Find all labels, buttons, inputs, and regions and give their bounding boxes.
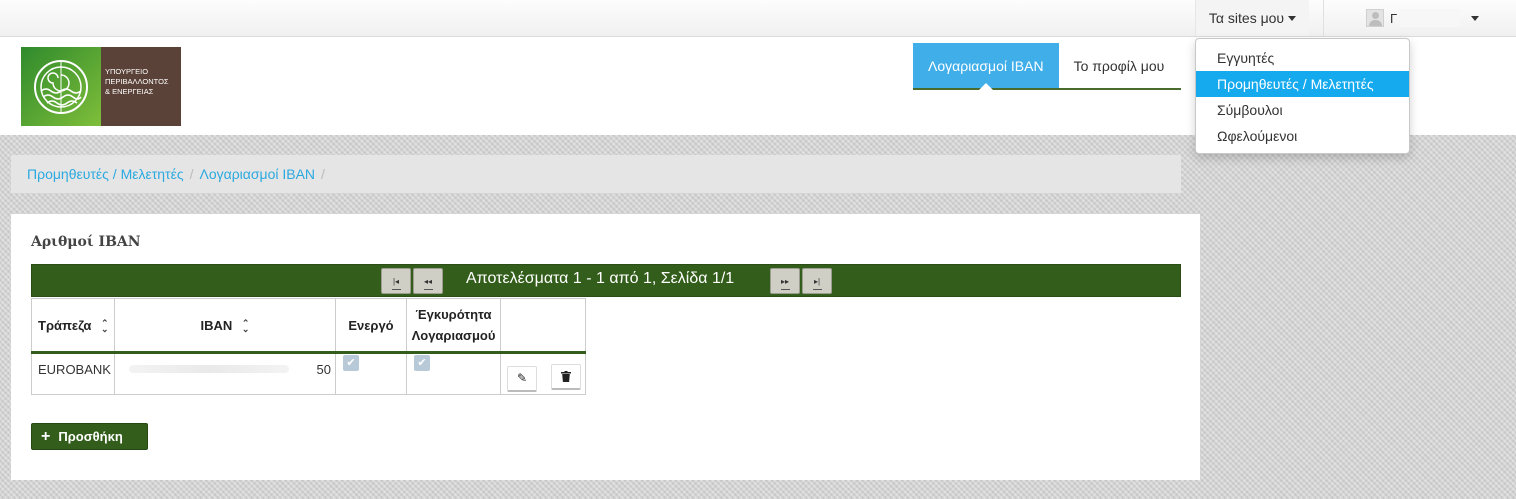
topbar-divider [1323,0,1324,36]
sort-icon: ⌃ ⌄ [100,318,109,335]
cell-actions: ✎ [500,352,586,395]
active-checkbox[interactable]: ✔ [343,354,359,371]
validity-checkbox[interactable]: ✔ [414,354,430,371]
first-page-button[interactable]: |◂ [381,268,411,294]
main-nav: Λογαριασμοί IBAN Το προφίλ μου [913,43,1181,90]
next-page-button[interactable]: ▸▸ [770,268,800,294]
breadcrumb-suppliers[interactable]: Προμηθευτές / Μελετητές [27,166,184,182]
plus-icon: + [41,427,51,445]
logo-text: ΥΠΟΥΡΓΕΙΟ ΠΕΡΙΒΑΛΛΟΝΤΟΣ & ΕΝΕΡΓΕΙΑΣ [101,47,181,126]
pager-bar: |◂ ◂◂ Αποτελέσματα 1 - 1 από 1, Σελίδα 1… [31,264,1181,297]
panel-title: Αριθμοί IBAN [31,234,141,250]
col-validity: Έγκυρότητα Λογαριασμού [406,298,501,354]
table-row: EUROBANK 50 ✔ ✔ ✎ [31,352,586,395]
cell-validity: ✔ [406,352,501,395]
my-sites-menu: Εγγυητές Προμηθευτές / Μελετητές Σύμβουλ… [1195,38,1410,154]
nav-tab-iban-accounts[interactable]: Λογαριασμοί IBAN [913,43,1059,90]
caret-down-icon [1471,15,1480,21]
user-menu[interactable]: Γ [1366,0,1516,36]
ministry-logo[interactable]: ΥΠΟΥΡΓΕΙΟ ΠΕΡΙΒΑΛΛΟΝΤΟΣ & ΕΝΕΡΓΕΙΑΣ [21,47,181,126]
sort-icon: ⌃ ⌄ [241,318,250,335]
table-header-row: Τράπεζα ⌃ ⌄ IBAN ⌃ ⌄ Ενεργό Έγκυρότητα Λογ… [31,298,586,354]
edit-button[interactable]: ✎ [507,365,537,392]
pager-status: Αποτελέσματα 1 - 1 από 1, Σελίδα 1/1 [466,270,735,287]
iban-table: Τράπεζα ⌃ ⌄ IBAN ⌃ ⌄ Ενεργό Έγκυρότητα Λογ… [31,298,586,395]
breadcrumb: Προμηθευτές / Μελετητές / Λογαριασμοί IB… [11,155,1181,193]
col-active: Ενεργό [335,298,407,354]
menu-item-advisors[interactable]: Σύμβουλοι [1196,97,1409,123]
cell-active: ✔ [335,352,407,395]
menu-item-beneficiaries[interactable]: Ωφελούμενοι [1196,123,1409,149]
trash-icon [560,371,571,383]
my-sites-label: Τα sites μου [1208,10,1285,26]
cell-iban: 50 [114,352,336,395]
user-name: Γ [1390,8,1460,27]
breadcrumb-separator: / [321,166,325,182]
last-page-button[interactable]: ▸| [802,268,832,294]
col-bank[interactable]: Τράπεζα ⌃ ⌄ [31,298,115,354]
iban-panel: Αριθμοί IBAN |◂ ◂◂ Αποτελέσματα 1 - 1 απ… [11,214,1200,480]
cell-bank: EUROBANK [31,352,115,395]
user-avatar-icon [1366,9,1384,27]
breadcrumb-separator: / [189,166,194,182]
menu-item-guarantors[interactable]: Εγγυητές [1196,45,1409,71]
logo-emblem-icon [21,47,101,126]
caret-down-icon [1288,15,1297,21]
my-sites-dropdown-button[interactable]: Τα sites μου [1195,0,1309,36]
col-actions [500,298,586,354]
col-iban[interactable]: IBAN ⌃ ⌄ [114,298,336,354]
menu-item-suppliers[interactable]: Προμηθευτές / Μελετητές [1196,71,1409,97]
breadcrumb-iban-accounts[interactable]: Λογαριασμοί IBAN [199,166,315,182]
pencil-icon: ✎ [516,371,528,386]
delete-button[interactable] [550,364,581,391]
prev-page-button[interactable]: ◂◂ [413,268,443,294]
add-button[interactable]: + Προσθήκη [31,423,148,450]
nav-tab-my-profile[interactable]: Το προφίλ μου [1059,43,1180,88]
top-bar: Τα sites μου Γ [0,0,1516,37]
